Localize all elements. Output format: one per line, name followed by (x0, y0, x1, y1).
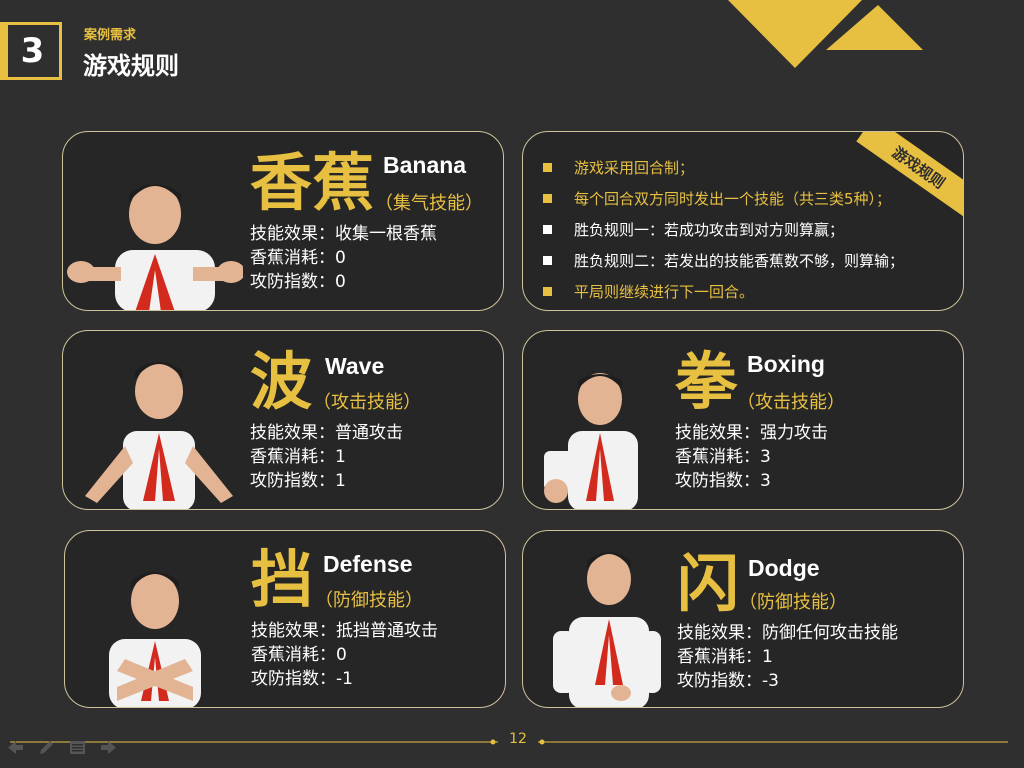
rules-card: 游戏采用回合制； 每个回合双方同时发出一个技能（共三类5种）； 胜负规则一：若成… (522, 131, 964, 311)
skill-power: 攻防指数：1 (250, 471, 346, 491)
rule-item: 胜负规则一：若成功攻击到对方则算赢； (543, 214, 904, 245)
skill-char: 波 (250, 345, 313, 418)
rule-text: 胜负规则二：若发出的技能香蕉数不够，则算输； (574, 252, 905, 270)
skill-stats: 技能效果：普通攻击 香蕉消耗：1 攻防指数：1 (250, 421, 403, 493)
boy-photo (553, 552, 661, 707)
skill-cost: 香蕉消耗：0 (250, 248, 346, 268)
skill-cost: 香蕉消耗：0 (251, 645, 347, 665)
skill-char: 拳 (675, 345, 738, 418)
divider-dot (539, 739, 545, 745)
skill-english-name: Defense (323, 551, 413, 577)
skill-char: 香蕉 (250, 146, 375, 219)
divider-dot (490, 739, 496, 745)
rule-text: 游戏采用回合制； (574, 159, 695, 177)
forward-arrow-icon[interactable] (99, 738, 118, 757)
skill-type: （防御技能） (739, 592, 847, 613)
skill-english-name: Banana (383, 152, 467, 178)
skill-card-wave: 波 Wave （攻击技能） 技能效果：普通攻击 香蕉消耗：1 攻防指数：1 (62, 330, 504, 510)
rules-list: 游戏采用回合制； 每个回合双方同时发出一个技能（共三类5种）； 胜负规则一：若成… (543, 152, 904, 307)
skill-char: 挡 (251, 543, 314, 616)
rule-item: 胜负规则二：若发出的技能香蕉数不够，则算输； (543, 245, 904, 276)
skill-card-dodge: 闪 Dodge （防御技能） 技能效果：防御任何攻击技能 香蕉消耗：1 攻防指数… (522, 530, 964, 708)
back-arrow-icon[interactable] (6, 738, 25, 757)
skill-type: （集气技能） (375, 193, 483, 214)
skill-english-name: Boxing (747, 351, 825, 377)
menu-icon[interactable] (68, 738, 87, 757)
decorative-triangles (728, 0, 923, 68)
skill-english-name: Dodge (748, 555, 820, 581)
rule-text: 胜负规则一：若成功攻击到对方则算赢； (574, 221, 845, 239)
page-number: 12 (498, 731, 538, 747)
square-bullet-icon (543, 225, 552, 234)
rule-text: 平局则继续进行下一回合。 (574, 283, 755, 301)
skill-char: 闪 (677, 547, 740, 620)
skill-stats: 技能效果：抵挡普通攻击 香蕉消耗：0 攻防指数：-1 (251, 619, 438, 691)
rule-text: 每个回合双方同时发出一个技能（共三类5种）； (574, 190, 892, 208)
square-bullet-icon (543, 194, 552, 203)
skill-card-defense: 挡 Defense （防御技能） 技能效果：抵挡普通攻击 香蕉消耗：0 攻防指数… (64, 530, 506, 708)
square-bullet-icon (543, 287, 552, 296)
square-bullet-icon (543, 163, 552, 172)
skill-power: 攻防指数：3 (675, 471, 771, 491)
skill-card-boxing: 拳 Boxing （攻击技能） 技能效果：强力攻击 香蕉消耗：3 攻防指数：3 (522, 330, 964, 510)
skill-power: 攻防指数：-1 (251, 669, 353, 689)
skill-cost: 香蕉消耗：1 (250, 447, 346, 467)
rule-item: 每个回合双方同时发出一个技能（共三类5种）； (543, 183, 904, 214)
skill-effect: 技能效果：防御任何攻击技能 (677, 623, 898, 643)
square-bullet-icon (543, 256, 552, 265)
skill-effect: 技能效果：强力攻击 (675, 423, 828, 443)
rule-item: 游戏采用回合制； (543, 152, 904, 183)
skill-effect: 技能效果：收集一根香蕉 (250, 224, 437, 244)
rule-item: 平局则继续进行下一回合。 (543, 276, 904, 307)
boy-photo (85, 362, 233, 509)
skill-type: （攻击技能） (737, 392, 845, 413)
skill-effect: 技能效果：抵挡普通攻击 (251, 621, 438, 641)
skill-type: （防御技能） (315, 590, 423, 611)
skill-stats: 技能效果：强力攻击 香蕉消耗：3 攻防指数：3 (675, 421, 828, 493)
skill-english-name: Wave (325, 353, 385, 379)
skill-stats: 技能效果：收集一根香蕉 香蕉消耗：0 攻防指数：0 (250, 222, 437, 294)
skill-card-banana: 香蕉 Banana （集气技能） 技能效果：收集一根香蕉 香蕉消耗：0 攻防指数… (62, 131, 504, 311)
pen-icon[interactable] (37, 738, 56, 757)
skill-cost: 香蕉消耗：1 (677, 647, 773, 667)
boy-photo (109, 572, 201, 707)
skill-effect: 技能效果：普通攻击 (250, 423, 403, 443)
skill-power: 攻防指数：0 (250, 272, 346, 292)
triangle-down (728, 0, 862, 68)
boy-photo (544, 373, 638, 509)
skill-cost: 香蕉消耗：3 (675, 447, 771, 467)
boy-photo (67, 184, 243, 310)
skill-stats: 技能效果：防御任何攻击技能 香蕉消耗：1 攻防指数：-3 (677, 621, 898, 693)
skill-type: （攻击技能） (313, 392, 421, 413)
skill-power: 攻防指数：-3 (677, 671, 779, 691)
slide-nav (6, 738, 118, 757)
